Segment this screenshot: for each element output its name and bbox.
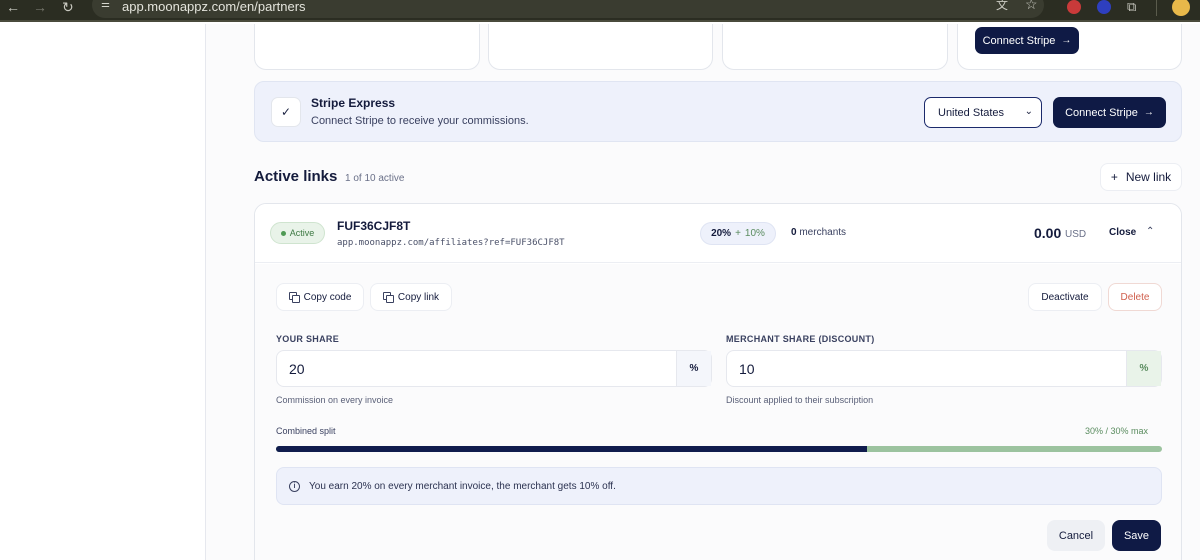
- your-share-help: Commission on every invoice: [276, 395, 394, 405]
- info-text: You earn 20% on every merchant invoice, …: [309, 481, 616, 492]
- copy-link-button[interactable]: Copy link: [370, 283, 452, 311]
- close-button[interactable]: Close: [1109, 227, 1136, 238]
- connect-stripe-label: Connect Stripe: [982, 34, 1056, 47]
- country-select-value: United States: [938, 107, 1005, 119]
- merchants-count: 0 merchants: [791, 227, 846, 238]
- plus-sign: +: [735, 228, 741, 239]
- status-label: Active: [289, 228, 315, 238]
- summary-card-1: [254, 24, 480, 70]
- percent-suffix: %: [676, 351, 711, 386]
- toolbar-divider: [1156, 0, 1157, 16]
- connect-stripe-label: Connect Stripe: [1065, 106, 1138, 119]
- copy-icon: [288, 292, 300, 303]
- extensions-icon[interactable]: ⧉: [1127, 0, 1136, 18]
- extension-red-icon[interactable]: [1067, 0, 1081, 14]
- country-select[interactable]: United States ⌄: [924, 97, 1042, 128]
- share-split-pill: 20% + 10%: [700, 222, 776, 245]
- new-link-label: New link: [1125, 170, 1172, 184]
- active-links-title: Active links: [254, 168, 338, 185]
- merchants-label: merchants: [799, 227, 847, 238]
- stripe-express-title: Stripe Express: [311, 96, 396, 110]
- address-bar[interactable]: ⚌ app.moonappz.com/en/partners 文 ☆: [92, 0, 1044, 18]
- combined-split-fill: [276, 446, 867, 452]
- earnings-amount: 0.00: [1034, 225, 1062, 241]
- reload-icon[interactable]: ↻: [62, 0, 74, 18]
- link-card-header[interactable]: Active FUF36CJF8T app.moonappz.com/affil…: [255, 204, 1181, 263]
- link-card-body: Copy code Copy link Deactivate Delete YO…: [255, 264, 1181, 560]
- affiliate-link-card: Active FUF36CJF8T app.moonappz.com/affil…: [254, 203, 1182, 560]
- chevron-up-icon[interactable]: ⌃: [1146, 226, 1154, 237]
- site-settings-icon[interactable]: ⚌: [101, 0, 113, 10]
- merchant-share-help: Discount applied to their subscription: [726, 395, 874, 405]
- left-sidebar: [0, 24, 206, 560]
- connect-stripe-button[interactable]: Connect Stripe →: [1053, 97, 1166, 128]
- status-dot: [280, 230, 286, 236]
- combined-split-label: Combined split: [276, 426, 336, 436]
- summary-card-4: Connect Stripe →: [957, 24, 1182, 70]
- percent-suffix: %: [1126, 351, 1161, 386]
- combined-split-value: 30% / 30% max: [1085, 426, 1149, 436]
- arrow-right-icon: →: [1143, 107, 1154, 118]
- your-share-pct: 20%: [711, 228, 732, 239]
- deactivate-button[interactable]: Deactivate: [1028, 283, 1102, 311]
- your-share-value[interactable]: 20: [289, 361, 305, 377]
- extension-blue-icon[interactable]: [1097, 0, 1111, 14]
- copy-link-label: Copy link: [397, 291, 440, 303]
- save-button[interactable]: Save: [1112, 520, 1161, 551]
- summary-card-2: [488, 24, 713, 70]
- stripe-express-subtitle: Connect Stripe to receive your commissio…: [311, 115, 529, 127]
- browser-toolbar: ← → ↻ ⚌ app.moonappz.com/en/partners 文 ☆…: [0, 0, 1200, 22]
- delete-button[interactable]: Delete: [1108, 283, 1162, 311]
- info-notice: i You earn 20% on every merchant invoice…: [276, 467, 1162, 505]
- forward-icon[interactable]: →: [33, 0, 47, 18]
- combined-split-bar: [276, 446, 1162, 452]
- cancel-button[interactable]: Cancel: [1047, 520, 1105, 551]
- info-icon: i: [289, 481, 300, 492]
- back-icon[interactable]: ←: [6, 0, 20, 18]
- connect-stripe-button-top[interactable]: Connect Stripe →: [975, 27, 1079, 54]
- link-url: app.moonappz.com/affiliates?ref=FUF36CJF…: [337, 238, 565, 248]
- merchants-number: 0: [791, 227, 797, 238]
- status-badge: Active: [270, 222, 325, 244]
- new-link-button[interactable]: + New link: [1100, 163, 1182, 191]
- merchant-share-label: MERCHANT SHARE (DISCOUNT): [726, 334, 875, 344]
- merchant-share-input[interactable]: 10 %: [726, 350, 1162, 387]
- copy-icon: [382, 292, 394, 303]
- your-share-label: YOUR SHARE: [276, 334, 340, 344]
- profile-avatar[interactable]: [1172, 0, 1190, 16]
- address-url[interactable]: app.moonappz.com/en/partners: [122, 0, 306, 14]
- bookmark-star-icon[interactable]: ☆: [1025, 0, 1038, 15]
- link-code: FUF36CJF8T: [337, 219, 411, 233]
- stripe-express-panel: ✓ Stripe Express Connect Stripe to recei…: [254, 81, 1182, 142]
- earnings-currency: USD: [1065, 229, 1087, 240]
- check-icon: ✓: [271, 97, 301, 127]
- copy-code-label: Copy code: [303, 291, 352, 303]
- plus-icon: +: [1110, 170, 1118, 184]
- copy-code-button[interactable]: Copy code: [276, 283, 364, 311]
- merchant-share-pct: 10%: [744, 228, 765, 239]
- summary-card-3: [722, 24, 948, 70]
- merchant-share-value[interactable]: 10: [739, 361, 755, 377]
- active-links-count: 1 of 10 active: [345, 173, 405, 184]
- chevron-down-icon: ⌄: [1024, 106, 1033, 117]
- arrow-right-icon: →: [1061, 35, 1072, 46]
- your-share-input[interactable]: 20 %: [276, 350, 712, 387]
- translate-icon[interactable]: 文: [996, 0, 1008, 16]
